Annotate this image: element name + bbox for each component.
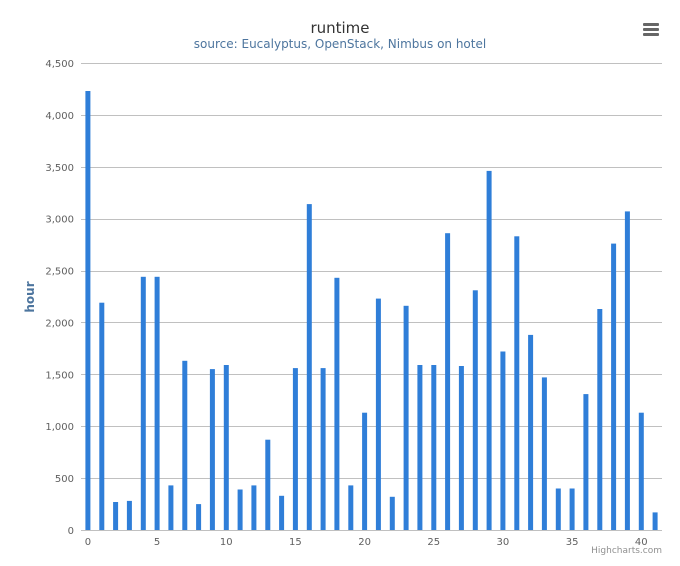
bar[interactable]: [223, 365, 229, 530]
bar[interactable]: [417, 365, 423, 530]
bar[interactable]: [306, 204, 312, 530]
bar[interactable]: [445, 233, 451, 530]
bar[interactable]: [375, 298, 381, 530]
hamburger-menu-icon[interactable]: [640, 18, 662, 40]
bar[interactable]: [403, 305, 409, 530]
bar[interactable]: [237, 489, 243, 531]
y-tick-label: 2,500: [45, 267, 74, 278]
bar[interactable]: [528, 334, 534, 530]
gridlines: [81, 63, 662, 531]
bar[interactable]: [320, 368, 326, 530]
bar[interactable]: [569, 488, 575, 531]
bar[interactable]: [486, 170, 492, 530]
bar[interactable]: [251, 485, 257, 530]
bar[interactable]: [154, 276, 160, 530]
y-axis-title: hour: [23, 281, 37, 312]
bar[interactable]: [168, 485, 174, 530]
y-tick-label: 2,000: [45, 318, 74, 329]
bar[interactable]: [514, 236, 520, 531]
x-tick-label: 10: [220, 537, 233, 548]
bar[interactable]: [583, 394, 589, 530]
highcharts-credit[interactable]: Highcharts.com: [591, 546, 662, 556]
x-tick-label: 15: [289, 537, 302, 548]
bar[interactable]: [458, 366, 464, 530]
x-tick-label: 25: [427, 537, 440, 548]
y-tick-label: 3,500: [45, 163, 74, 174]
bar[interactable]: [638, 412, 644, 530]
x-tick-label: 35: [566, 537, 579, 548]
y-tick-label: 1,500: [45, 370, 74, 381]
bar[interactable]: [431, 365, 437, 530]
bar[interactable]: [541, 377, 547, 530]
bar[interactable]: [500, 351, 506, 531]
bar[interactable]: [113, 502, 119, 530]
bar[interactable]: [652, 512, 658, 530]
bar[interactable]: [624, 211, 630, 530]
chart: runtime source: Eucalyptus, OpenStack, N…: [23, 18, 662, 556]
x-axis-ticks: 0 5 10 15 20 25 30 35 40: [85, 537, 648, 548]
bar[interactable]: [279, 495, 285, 530]
x-tick-label: 5: [154, 537, 160, 548]
y-tick-label: 0: [68, 526, 74, 537]
bar[interactable]: [472, 290, 478, 530]
bar[interactable]: [209, 369, 215, 530]
bar[interactable]: [140, 276, 146, 530]
x-tick-label: 0: [85, 537, 91, 548]
bar[interactable]: [99, 302, 105, 530]
x-tick-label: 30: [497, 537, 510, 548]
bar[interactable]: [265, 439, 271, 530]
x-tick-label: 20: [358, 537, 371, 548]
bar[interactable]: [292, 368, 298, 530]
y-tick-label: 500: [55, 474, 74, 485]
bar-series: [85, 91, 658, 531]
y-tick-label: 4,500: [45, 59, 74, 70]
bar[interactable]: [555, 488, 561, 531]
bar[interactable]: [348, 485, 354, 530]
y-tick-label: 1,000: [45, 422, 74, 433]
bar[interactable]: [196, 504, 202, 530]
bar[interactable]: [611, 243, 617, 530]
y-tick-label: 4,000: [45, 111, 74, 122]
chart-title: runtime: [310, 19, 369, 37]
chart-subtitle: source: Eucalyptus, OpenStack, Nimbus on…: [194, 37, 486, 51]
bar[interactable]: [334, 277, 340, 530]
bar[interactable]: [597, 309, 603, 530]
bar[interactable]: [182, 360, 188, 530]
bar[interactable]: [389, 496, 395, 530]
y-axis-ticks: 0 500 1,000 1,500 2,000 2,500 3,000 3,500 4,000 4…: [45, 59, 74, 537]
y-tick-label: 3,000: [45, 215, 74, 226]
bar[interactable]: [362, 412, 368, 530]
bar[interactable]: [126, 500, 132, 530]
bar[interactable]: [85, 91, 91, 530]
